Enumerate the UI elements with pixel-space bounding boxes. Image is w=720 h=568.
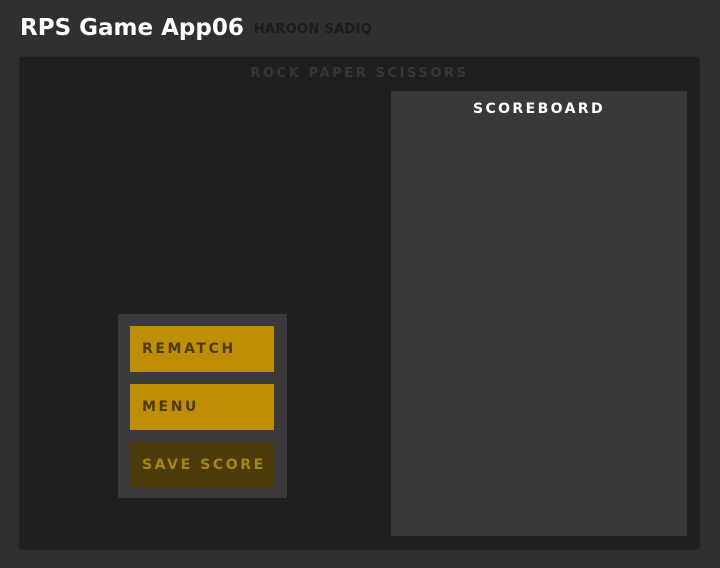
game-panel: ROCK PAPER SCISSORS REMATCH MENU SAVE SC… <box>20 57 699 548</box>
menu-button[interactable]: MENU <box>130 384 274 430</box>
game-menu: REMATCH MENU SAVE SCORE <box>118 314 287 498</box>
scoreboard-panel: SCOREBOARD <box>391 91 687 536</box>
app-header: RPS Game App06 HAROON SADIQ <box>20 12 372 44</box>
app-title: RPS Game App06 <box>20 15 244 41</box>
save-score-button[interactable]: SAVE SCORE <box>130 442 274 488</box>
game-title: ROCK PAPER SCISSORS <box>250 66 469 81</box>
app-author: HAROON SADIQ <box>253 21 373 37</box>
rematch-button[interactable]: REMATCH <box>130 326 274 372</box>
scoreboard-title: SCOREBOARD <box>472 101 606 117</box>
